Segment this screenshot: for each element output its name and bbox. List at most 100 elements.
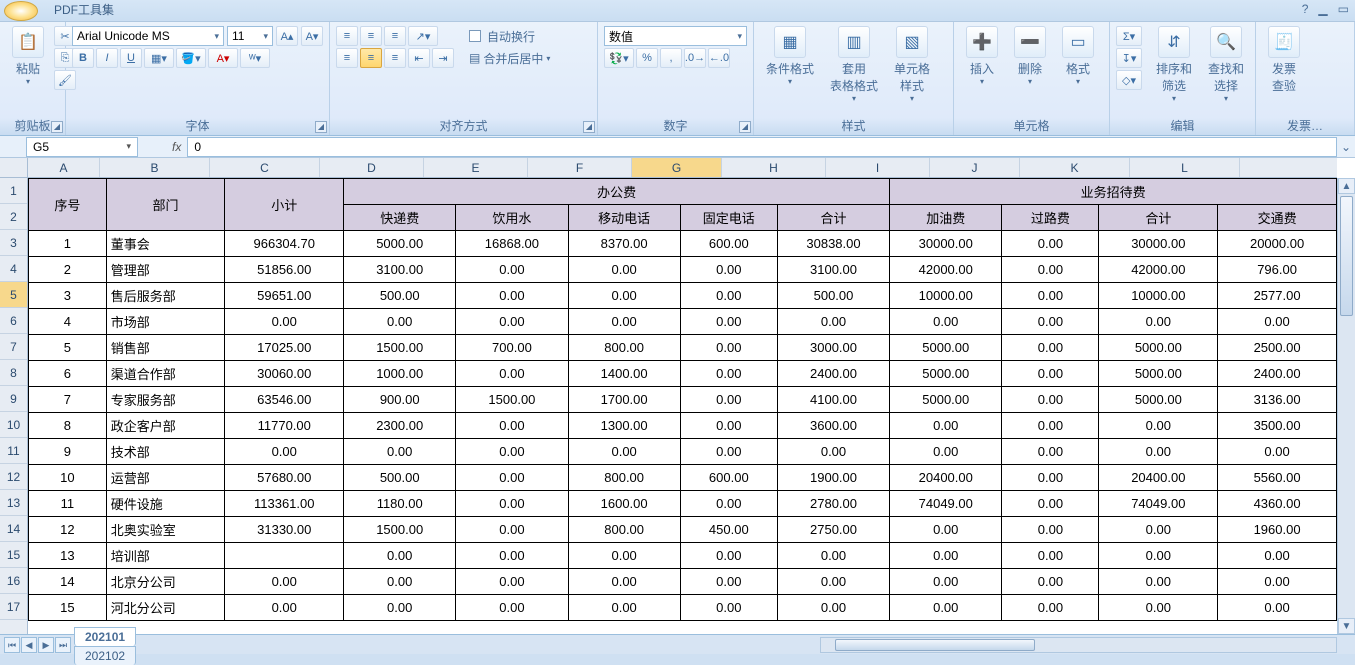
cell[interactable]: 0.00 <box>1002 309 1099 335</box>
cell[interactable]: 10000.00 <box>1099 283 1218 309</box>
cell[interactable]: 3500.00 <box>1218 413 1337 439</box>
name-box-dropdown-icon[interactable]: ▾ <box>126 141 131 152</box>
col-header-A[interactable]: A <box>28 158 100 177</box>
comma-button[interactable]: , <box>660 48 682 68</box>
cell[interactable]: 7 <box>29 387 107 413</box>
cell[interactable]: 0.00 <box>344 595 456 621</box>
clipboard-launcher[interactable]: ◢ <box>51 121 63 133</box>
cell[interactable]: 0.00 <box>680 361 777 387</box>
cell[interactable]: 0.00 <box>344 309 456 335</box>
cell[interactable]: 0.00 <box>680 283 777 309</box>
format-cells-button[interactable]: ▭格式▾ <box>1056 26 1100 86</box>
col-header-E[interactable]: E <box>424 158 528 177</box>
italic-button[interactable]: I <box>96 48 118 68</box>
cell[interactable]: 0.00 <box>1099 517 1218 543</box>
col-header-J[interactable]: J <box>930 158 1020 177</box>
cell[interactable]: 2780.00 <box>777 491 889 517</box>
cell[interactable]: 售后服务部 <box>106 283 225 309</box>
col-header-D[interactable]: D <box>320 158 424 177</box>
grid[interactable]: 序号 部门 小计 办公费 业务招待费 快递费饮用水移动电话固定电话合计加油费过路… <box>28 178 1337 634</box>
cell[interactable]: 500.00 <box>344 283 456 309</box>
font-color-button[interactable]: A▾ <box>208 48 238 68</box>
cell[interactable]: 3100.00 <box>777 257 889 283</box>
cell[interactable]: 0.00 <box>456 569 568 595</box>
paste-button[interactable]: 📋 粘贴 ▾ <box>6 26 50 86</box>
cell[interactable]: 销售部 <box>106 335 225 361</box>
conditional-format-button[interactable]: ▦条件格式▾ <box>760 26 820 86</box>
cell[interactable]: 0.00 <box>777 595 889 621</box>
cell[interactable]: 31330.00 <box>225 517 344 543</box>
cell[interactable]: 5000.00 <box>890 387 1002 413</box>
cell[interactable]: 0.00 <box>568 543 680 569</box>
cell[interactable]: 0.00 <box>680 543 777 569</box>
cell[interactable]: 15 <box>29 595 107 621</box>
cell[interactable]: 管理部 <box>106 257 225 283</box>
row-header-3[interactable]: 3 <box>0 230 27 256</box>
cell[interactable]: 0.00 <box>456 439 568 465</box>
cell[interactable]: 0.00 <box>1099 595 1218 621</box>
cell[interactable]: 0.00 <box>344 439 456 465</box>
cell[interactable]: 0.00 <box>1099 309 1218 335</box>
cell[interactable]: 0.00 <box>456 413 568 439</box>
scroll-up-icon[interactable]: ▲ <box>1338 178 1355 194</box>
cell[interactable]: 0.00 <box>680 569 777 595</box>
cell[interactable]: 13 <box>29 543 107 569</box>
cell[interactable]: 0.00 <box>890 543 1002 569</box>
cell[interactable]: 河北分公司 <box>106 595 225 621</box>
align-center-button[interactable]: ≡ <box>360 48 382 68</box>
cell[interactable]: 4360.00 <box>1218 491 1337 517</box>
row-header-16[interactable]: 16 <box>0 568 27 594</box>
cell[interactable]: 0.00 <box>225 309 344 335</box>
hscroll-thumb[interactable] <box>835 639 1035 651</box>
cell[interactable]: 8 <box>29 413 107 439</box>
cell[interactable]: 11 <box>29 491 107 517</box>
cell[interactable]: 0.00 <box>1002 569 1099 595</box>
row-header-2[interactable]: 2 <box>0 204 27 230</box>
row-header-12[interactable]: 12 <box>0 464 27 490</box>
bold-button[interactable]: B <box>72 48 94 68</box>
cell[interactable]: 0.00 <box>1099 543 1218 569</box>
col-header-C[interactable]: C <box>210 158 320 177</box>
row-header-15[interactable]: 15 <box>0 542 27 568</box>
cell[interactable]: 17025.00 <box>225 335 344 361</box>
currency-button[interactable]: 💱▾ <box>604 48 634 68</box>
border-button[interactable]: ▦▾ <box>144 48 174 68</box>
cell[interactable]: 1300.00 <box>568 413 680 439</box>
cell[interactable]: 1500.00 <box>344 335 456 361</box>
cell[interactable]: 1180.00 <box>344 491 456 517</box>
cell[interactable]: 0.00 <box>777 569 889 595</box>
cell[interactable]: 0.00 <box>225 595 344 621</box>
number-format-combo[interactable]: 数值▾ <box>604 26 747 46</box>
cell[interactable]: 0.00 <box>1002 413 1099 439</box>
cell[interactable]: 0.00 <box>344 543 456 569</box>
font-name-combo[interactable]: Arial Unicode MS▾ <box>72 26 224 46</box>
cell[interactable]: 1400.00 <box>568 361 680 387</box>
row-header-6[interactable]: 6 <box>0 308 27 334</box>
cell[interactable]: 0.00 <box>777 543 889 569</box>
cell[interactable]: 0.00 <box>1218 309 1337 335</box>
row-header-8[interactable]: 8 <box>0 360 27 386</box>
cell[interactable]: 8370.00 <box>568 231 680 257</box>
align-top-button[interactable]: ≡ <box>336 26 358 46</box>
cell[interactable]: 董事会 <box>106 231 225 257</box>
office-orb[interactable] <box>4 1 38 21</box>
align-middle-button[interactable]: ≡ <box>360 26 382 46</box>
cell[interactable]: 1500.00 <box>456 387 568 413</box>
minimize-ribbon-icon[interactable]: ▁ <box>1318 2 1327 16</box>
cell[interactable]: 0.00 <box>1002 595 1099 621</box>
cell[interactable]: 0.00 <box>1099 413 1218 439</box>
cell[interactable]: 2750.00 <box>777 517 889 543</box>
cell[interactable]: 20400.00 <box>890 465 1002 491</box>
merge-center-button[interactable]: ▤合并后居中▾ <box>464 48 555 68</box>
cell[interactable]: 1500.00 <box>344 517 456 543</box>
cell[interactable]: 3136.00 <box>1218 387 1337 413</box>
formula-input[interactable]: 0 <box>187 137 1337 157</box>
cell[interactable]: 57680.00 <box>225 465 344 491</box>
cell[interactable]: 3600.00 <box>777 413 889 439</box>
col-header-L[interactable]: L <box>1130 158 1240 177</box>
cell[interactable]: 0.00 <box>680 413 777 439</box>
cell[interactable]: 796.00 <box>1218 257 1337 283</box>
row-header-4[interactable]: 4 <box>0 256 27 282</box>
cell[interactable]: 3100.00 <box>344 257 456 283</box>
tab-nav-next[interactable]: ▶ <box>38 637 54 653</box>
